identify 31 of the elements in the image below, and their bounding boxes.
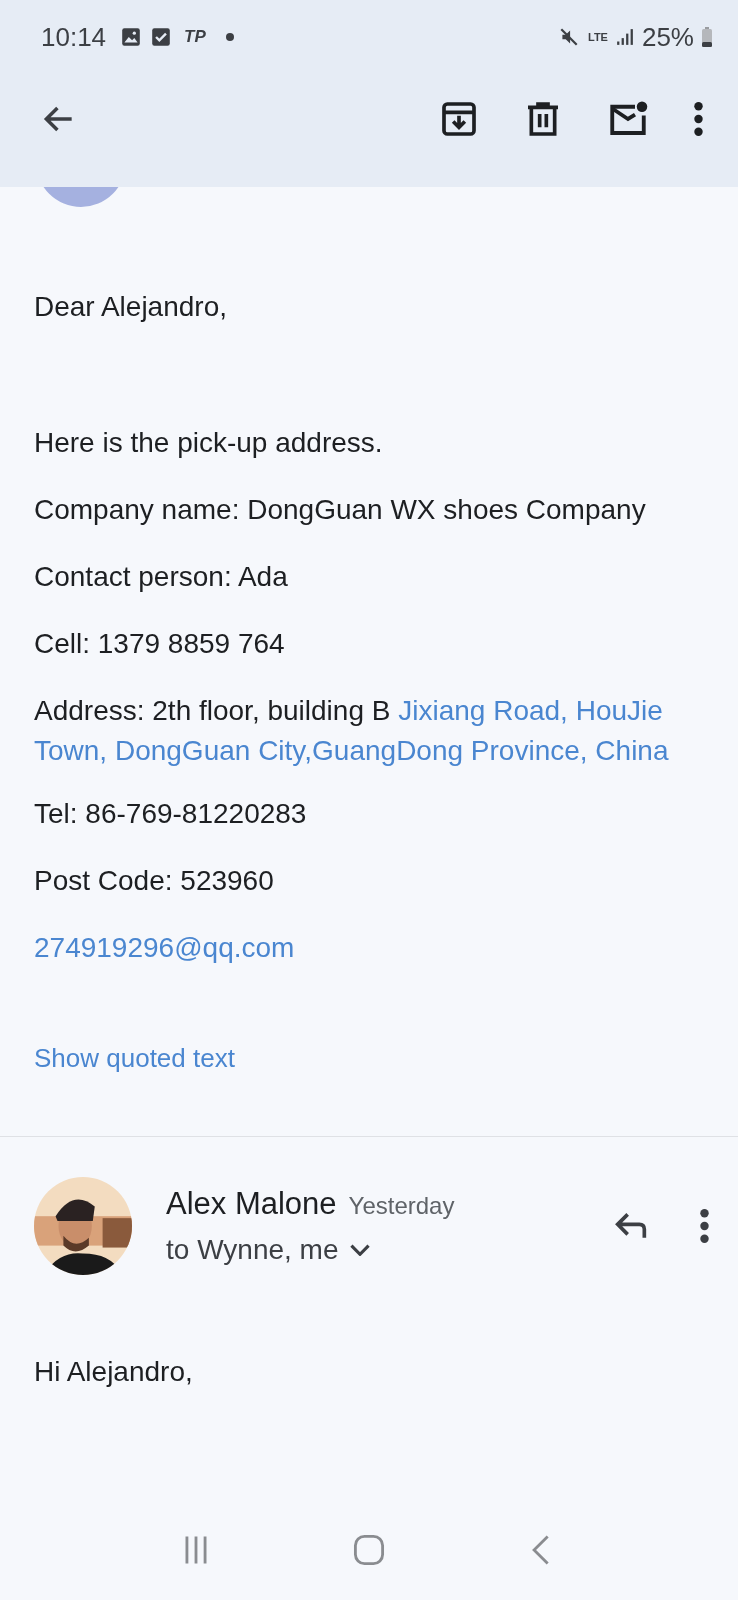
checkbox-icon (150, 26, 173, 48)
body-text: Company name: DongGuan WX shoes Company (34, 493, 647, 527)
notification-dot-icon (225, 33, 234, 41)
more-icon (693, 100, 704, 138)
body-text: Cell: 1379 8859 764 (34, 627, 286, 661)
show-quoted-text-link[interactable]: Show quoted text (34, 1043, 235, 1074)
greeting-text: Dear Alejandro, (34, 290, 228, 324)
message-time: Yesterday (348, 1192, 455, 1220)
recipients-toggle[interactable]: to Wynne, me (166, 1234, 371, 1266)
battery-label: 25% (641, 21, 694, 53)
body-text: Hi Alejandro, (34, 1355, 194, 1389)
notification-label: TP (184, 27, 206, 47)
body-text: Post Code: 523960 (34, 864, 275, 898)
address-text: Address: 2th floor, building B (34, 695, 391, 726)
chevron-down-icon (350, 1244, 371, 1256)
home-icon (352, 1533, 386, 1567)
body-text: Here is the pick-up address. (34, 426, 384, 460)
mute-icon (558, 26, 580, 48)
sender-name: Alex Malone (166, 1186, 337, 1222)
archive-icon (439, 99, 479, 139)
body-text: Contact person: Ada (34, 560, 289, 594)
status-time: 10:14 (41, 21, 107, 53)
address-link[interactable]: Jixiang Road, HouJie (398, 695, 663, 726)
more-icon (699, 1207, 710, 1245)
image-icon (120, 26, 143, 48)
email-link[interactable]: 274919296@qq.com (34, 932, 295, 963)
signal-icon (615, 28, 634, 46)
body-text: Tel: 86-769-81220283 (34, 797, 308, 831)
network-label: LTE (588, 31, 608, 43)
battery-icon (702, 27, 712, 47)
address-link[interactable]: Town, DongGuan City,GuangDong Province, China (34, 735, 669, 766)
